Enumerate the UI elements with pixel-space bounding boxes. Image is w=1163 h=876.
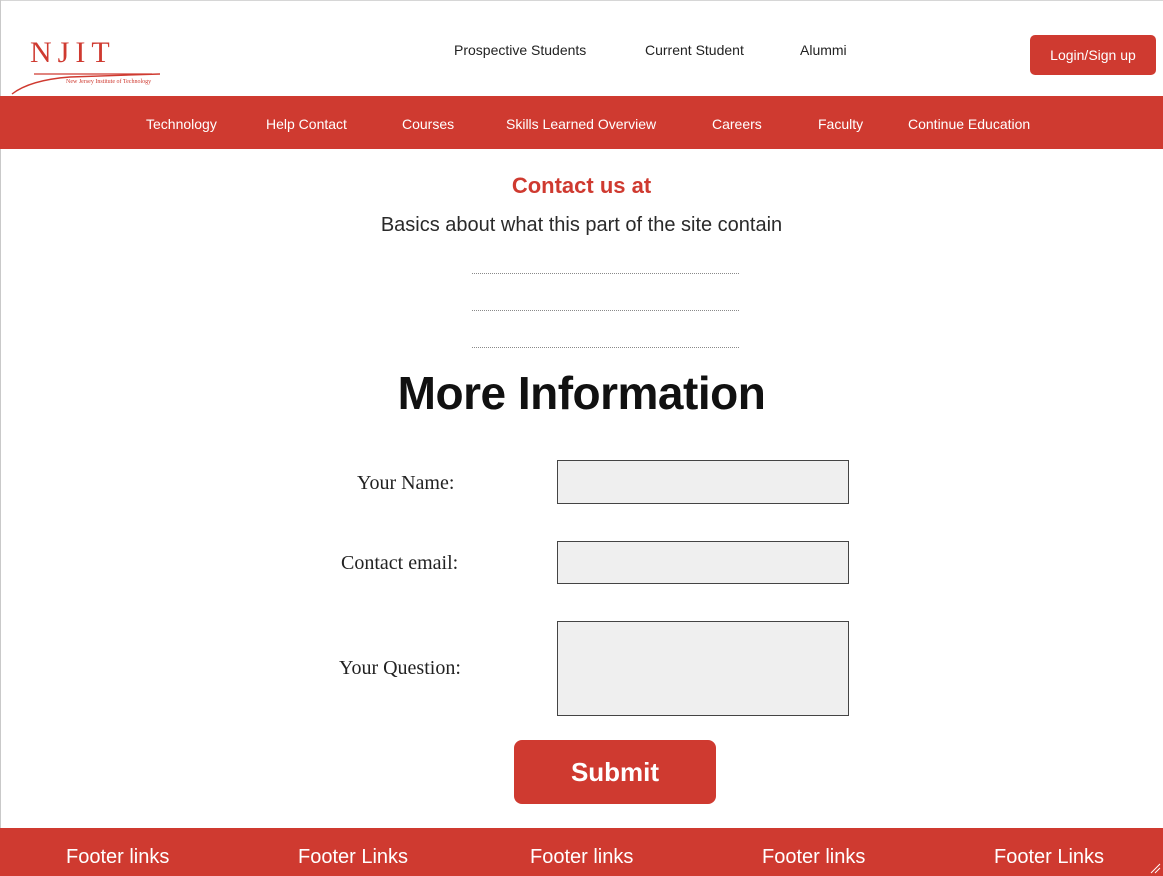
footer-link[interactable]: Footer links: [530, 846, 633, 869]
placeholder-line: [472, 273, 739, 274]
login-signup-button[interactable]: Login/Sign up: [1030, 35, 1156, 75]
nav-item-faculty[interactable]: Faculty: [818, 116, 863, 132]
nav-item-help-contact[interactable]: Help Contact: [266, 116, 347, 132]
placeholder-line: [472, 310, 739, 311]
contact-subtitle: Basics about what this part of the site …: [380, 214, 783, 236]
window-top-border: [0, 0, 1163, 1]
footer: Footer links Footer Links Footer links F…: [0, 828, 1163, 876]
main-nav: Technology Help Contact Courses Skills L…: [0, 96, 1163, 149]
footer-link[interactable]: Footer Links: [298, 846, 408, 869]
njit-logo[interactable]: NJIT New Jersey Institute of Technology: [10, 36, 200, 96]
footer-link[interactable]: Footer Links: [994, 846, 1104, 869]
name-input[interactable]: [557, 460, 849, 504]
submit-button[interactable]: Submit: [514, 740, 716, 804]
nav-item-courses[interactable]: Courses: [402, 116, 454, 132]
more-info-title: More Information: [397, 367, 766, 419]
top-link-prospective-students[interactable]: Prospective Students: [454, 42, 586, 58]
footer-link[interactable]: Footer links: [66, 846, 169, 869]
nav-item-careers[interactable]: Careers: [712, 116, 762, 132]
top-link-alumni[interactable]: Alummi: [800, 42, 847, 58]
placeholder-line: [472, 347, 739, 348]
nav-item-continue-education[interactable]: Continue Education: [908, 116, 1030, 132]
name-label: Your Name:: [357, 472, 455, 494]
top-bar: NJIT New Jersey Institute of Technology …: [10, 8, 1163, 96]
nav-item-skills-learned-overview[interactable]: Skills Learned Overview: [506, 116, 656, 132]
contact-title: Contact us at: [511, 173, 652, 198]
email-input[interactable]: [557, 541, 849, 584]
resize-grip-icon[interactable]: [1149, 862, 1161, 874]
question-textarea[interactable]: [557, 621, 849, 716]
footer-link[interactable]: Footer links: [762, 846, 865, 869]
logo-letters: NJIT: [30, 36, 116, 69]
logo-subtitle: New Jersey Institute of Technology: [66, 79, 152, 85]
top-link-current-student[interactable]: Current Student: [645, 42, 744, 58]
nav-item-technology[interactable]: Technology: [146, 116, 217, 132]
question-label: Your Question:: [339, 657, 461, 679]
email-label: Contact email:: [341, 552, 459, 574]
